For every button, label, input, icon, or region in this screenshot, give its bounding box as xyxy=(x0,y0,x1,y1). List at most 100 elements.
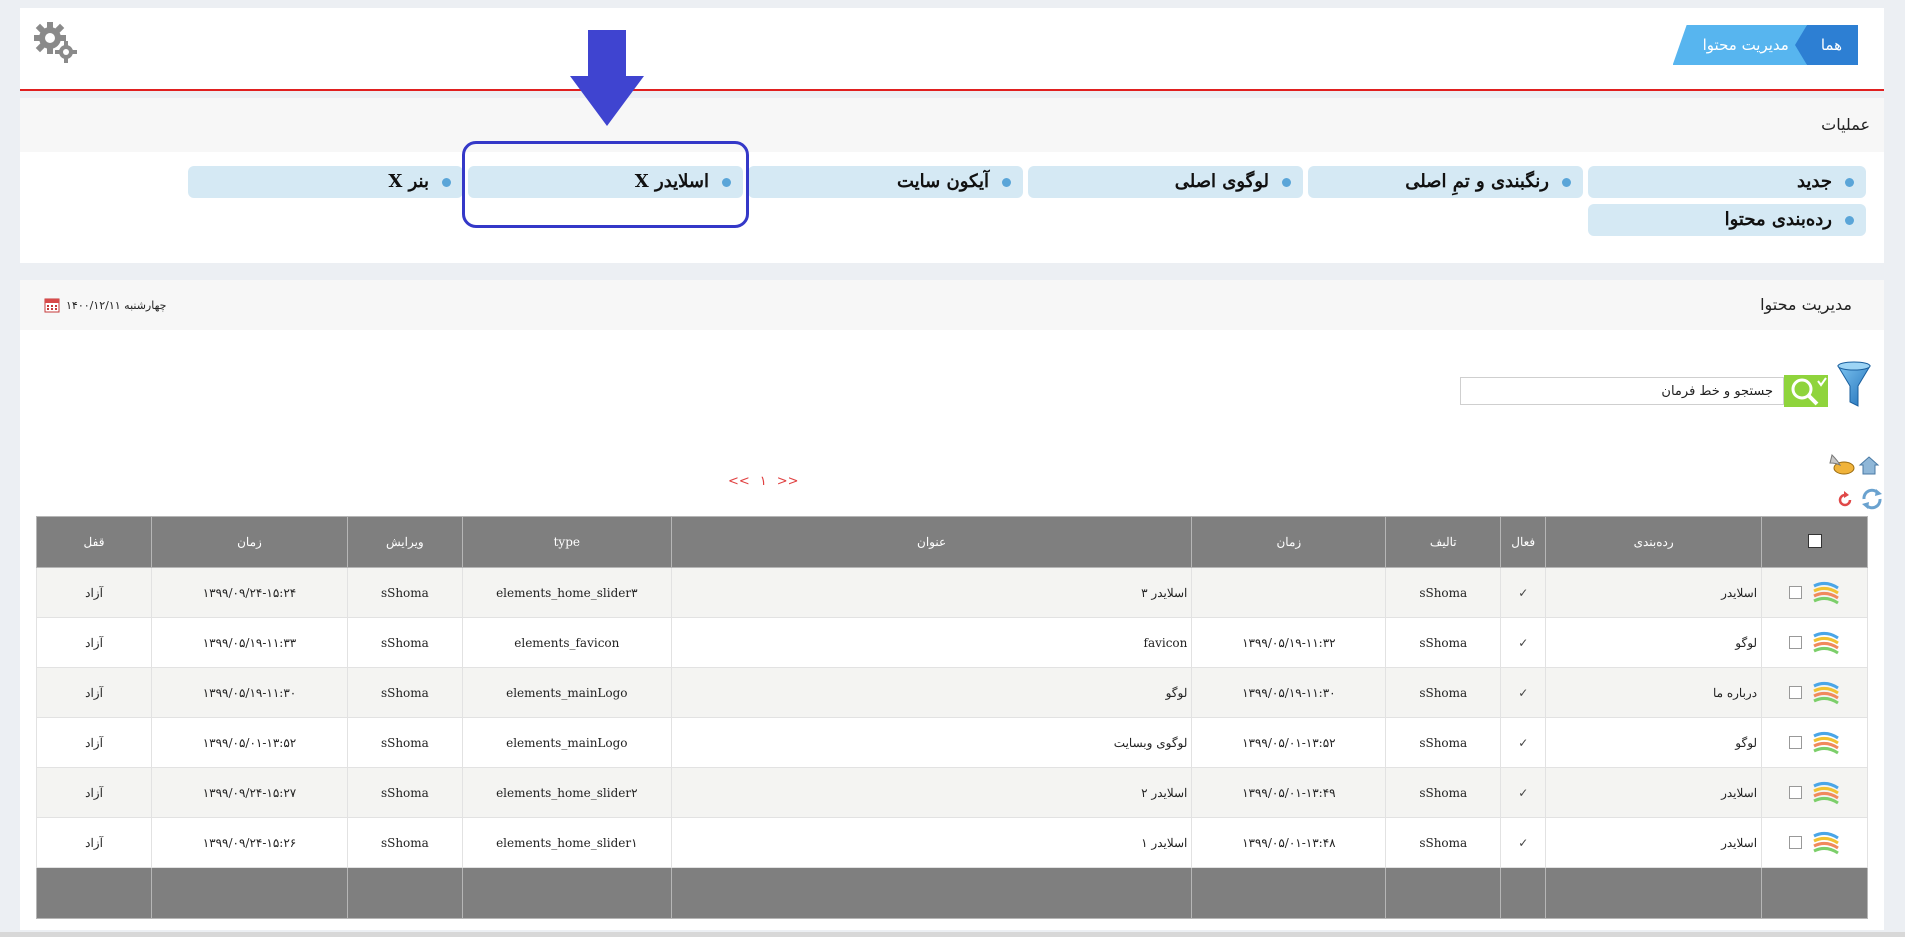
pager-next[interactable]: >> xyxy=(777,474,799,489)
cell-edit: sShoma xyxy=(346,817,463,868)
column-header[interactable]: ویرایش xyxy=(346,516,463,568)
row-select-cell xyxy=(1761,767,1868,818)
button-label: لوگوی اصلی xyxy=(1174,171,1269,192)
breadcrumb-current[interactable]: مدیریت محتوا xyxy=(1672,25,1807,65)
date-display: چهارشنبه ۱۴۰۰/۱۲/۱۱ xyxy=(44,295,166,315)
column-header[interactable]: زمان xyxy=(1191,516,1387,568)
bullet-icon xyxy=(1562,178,1571,187)
row-checkbox[interactable] xyxy=(1789,686,1803,699)
button-label: بنر X xyxy=(388,171,429,192)
breadcrumb-home[interactable]: هما xyxy=(1794,25,1858,65)
row-checkbox[interactable] xyxy=(1789,736,1803,749)
button-label: اسلایدر X xyxy=(634,171,709,192)
select-all-checkbox[interactable] xyxy=(1807,533,1822,548)
table-row[interactable]: اسلایدر ✓ sShoma ۱۳۹۹/۰۵/۰۱-۱۳:۴۸ اسلایدر ۱e… xyxy=(36,817,1868,868)
table-row[interactable]: اسلایدر ✓ sShoma ۱۳۹۹/۰۵/۰۱-۱۳:۴۹ اسلایدر ۲e… xyxy=(36,767,1868,818)
operations-title: عملیات xyxy=(20,98,1884,152)
color-palette-icon[interactable] xyxy=(1812,580,1840,606)
refresh-icon[interactable] xyxy=(1860,488,1884,510)
cell-category: اسلایدر xyxy=(1545,817,1763,868)
color-palette-icon[interactable] xyxy=(1812,780,1840,806)
table-row[interactable]: درباره ما ✓ sShoma ۱۳۹۹/۰۵/۱۹-۱۱:۳۰ لوگو elem… xyxy=(36,667,1868,718)
row-select-cell xyxy=(1761,717,1868,768)
bullet-icon xyxy=(442,178,451,187)
slider-button[interactable]: اسلایدر X xyxy=(468,166,743,198)
row-checkbox[interactable] xyxy=(1789,586,1803,599)
cell-type: elements_mainLogo xyxy=(461,717,672,768)
site-icon-button[interactable]: آیکون سایت xyxy=(748,166,1023,198)
gear-icon[interactable] xyxy=(32,18,78,64)
cell-category: لوگو xyxy=(1545,717,1763,768)
down-arrow-annotation-icon xyxy=(570,30,644,126)
breadcrumb: هما مدیریت محتوا xyxy=(1672,25,1858,65)
calendar-icon[interactable] xyxy=(44,297,60,313)
cell-author: sShoma xyxy=(1385,567,1502,618)
cell-category: اسلایدر xyxy=(1545,767,1763,818)
color-palette-icon[interactable] xyxy=(1812,730,1840,756)
pager-current[interactable]: ۱ xyxy=(760,474,767,489)
column-header[interactable]: قفل xyxy=(36,516,152,568)
cell-author: sShoma xyxy=(1385,717,1502,768)
table-row[interactable]: لوگو ✓ sShoma ۱۳۹۹/۰۵/۰۱-۱۳:۵۲ لوگوی وبسایت e… xyxy=(36,717,1868,768)
banner-button[interactable]: بنر X xyxy=(188,166,463,198)
cell-active: ✓ xyxy=(1500,717,1547,768)
cell-author: sShoma xyxy=(1385,617,1502,668)
cell-category: اسلایدر xyxy=(1545,567,1763,618)
cell-time: ۱۳۹۹/۰۵/۱۹-۱۱:۳۰ xyxy=(1191,667,1387,718)
search-magnifier-icon[interactable] xyxy=(1784,375,1828,407)
cell-time2: ۱۳۹۹/۰۹/۲۴-۱۵:۲۴ xyxy=(151,567,348,618)
row-select-cell xyxy=(1761,817,1868,868)
row-select-cell xyxy=(1761,617,1868,668)
column-header[interactable]: فعال xyxy=(1500,516,1547,568)
cell-author: sShoma xyxy=(1385,817,1502,868)
cell-title: اسلایدر ۱ xyxy=(670,817,1193,868)
new-button[interactable]: جدید xyxy=(1588,166,1866,198)
color-palette-icon[interactable] xyxy=(1812,830,1840,856)
cell-title: اسلایدر ۳ xyxy=(670,567,1193,618)
cell-active: ✓ xyxy=(1500,817,1547,868)
content-header: مدیریت محتوا چهارشنبه ۱۴۰۰/۱۲/۱۱ xyxy=(20,280,1884,330)
cell-active: ✓ xyxy=(1500,767,1547,818)
cell-type: elements_home_slider۲ xyxy=(461,767,672,818)
button-label: جدید xyxy=(1796,171,1832,192)
cell-time2: ۱۳۹۹/۰۵/۱۹-۱۱:۳۰ xyxy=(151,667,348,718)
column-header[interactable]: رده‌بندی xyxy=(1545,516,1763,568)
cell-category: درباره ما xyxy=(1545,667,1763,718)
date-text: چهارشنبه ۱۴۰۰/۱۲/۱۱ xyxy=(66,298,167,312)
pager-prev[interactable]: << xyxy=(728,474,750,489)
button-label: رنگبندی و تمِ اصلی xyxy=(1405,171,1549,192)
cell-time2: ۱۳۹۹/۰۵/۰۱-۱۳:۵۲ xyxy=(151,717,348,768)
column-header[interactable]: تالیف xyxy=(1385,516,1502,568)
reload-icon[interactable] xyxy=(1836,491,1854,509)
bird-icon[interactable] xyxy=(1828,451,1856,477)
color-palette-icon[interactable] xyxy=(1812,630,1840,656)
table-header-row: رده‌بندی فعال تالیف زمان عنوان type ویرا… xyxy=(36,516,1868,568)
row-checkbox[interactable] xyxy=(1789,786,1803,799)
cell-time2: ۱۳۹۹/۰۹/۲۴-۱۵:۲۶ xyxy=(151,817,348,868)
table-row[interactable]: لوگو ✓ sShoma ۱۳۹۹/۰۵/۱۹-۱۱:۳۲ favicon elemen… xyxy=(36,617,1868,668)
column-header[interactable]: type xyxy=(461,516,672,568)
select-all-cell[interactable] xyxy=(1761,516,1868,568)
main-logo-button[interactable]: لوگوی اصلی xyxy=(1028,166,1303,198)
content-category-button[interactable]: رده‌بندی محتوا xyxy=(1588,204,1866,236)
filter-funnel-icon[interactable] xyxy=(1836,358,1872,410)
cell-time: ۱۳۹۹/۰۵/۰۱-۱۳:۴۸ xyxy=(1191,817,1387,868)
color-theme-button[interactable]: رنگبندی و تمِ اصلی xyxy=(1308,166,1583,198)
bottom-scrollbar[interactable] xyxy=(0,932,1905,937)
color-palette-icon[interactable] xyxy=(1812,680,1840,706)
cell-author: sShoma xyxy=(1385,767,1502,818)
content-table: رده‌بندی فعال تالیف زمان عنوان type ویرا… xyxy=(36,516,1868,919)
cell-type: elements_mainLogo xyxy=(461,667,672,718)
cell-lock: آزاد xyxy=(36,567,152,618)
operations-panel: عملیات جدید رنگبندی و تمِ اصلی لوگوی اصل… xyxy=(20,98,1884,263)
table-row[interactable]: اسلایدر ✓ sShoma اسلایدر ۳ elements_home_sli… xyxy=(36,567,1868,618)
cell-lock: آزاد xyxy=(36,667,152,718)
column-header[interactable]: عنوان xyxy=(670,516,1193,568)
row-checkbox[interactable] xyxy=(1789,636,1803,649)
search-input[interactable] xyxy=(1460,377,1784,405)
bullet-icon xyxy=(722,178,731,187)
cell-active: ✓ xyxy=(1500,667,1547,718)
home-transfer-icon[interactable] xyxy=(1858,455,1880,477)
column-header[interactable]: زمان xyxy=(151,516,348,568)
row-checkbox[interactable] xyxy=(1789,836,1803,849)
